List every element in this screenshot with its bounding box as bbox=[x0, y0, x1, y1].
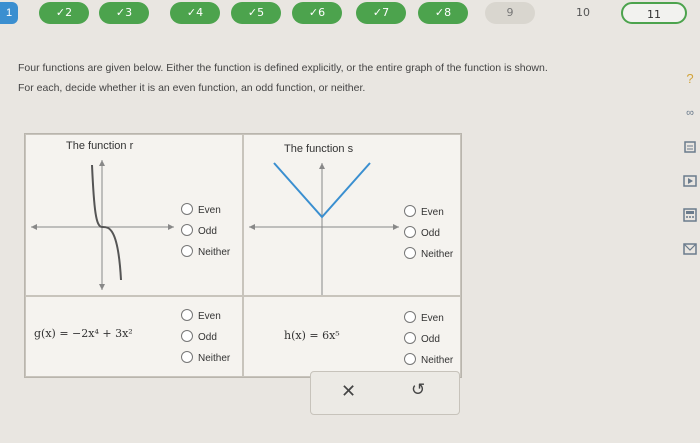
h-odd-label: Odd bbox=[421, 334, 440, 345]
radio-icon bbox=[181, 351, 193, 363]
infinity-icon[interactable]: ∞ bbox=[683, 106, 697, 120]
formula-h: h(x) = 6x⁵ bbox=[284, 329, 340, 342]
question-2-pill[interactable]: ✓2 bbox=[39, 2, 89, 24]
r-odd-label: Odd bbox=[198, 226, 217, 237]
question-5-pill[interactable]: ✓5 bbox=[231, 2, 281, 24]
s-odd-label: Odd bbox=[421, 228, 440, 239]
prompt-line-1: Four functions are given below. Either t… bbox=[18, 62, 548, 74]
question-7-pill[interactable]: ✓7 bbox=[356, 2, 406, 24]
question-9-pill[interactable]: 9 bbox=[485, 2, 535, 24]
g-option-even[interactable]: Even bbox=[181, 309, 221, 323]
graph-s bbox=[249, 162, 399, 295]
h-even-label: Even bbox=[421, 313, 444, 324]
function-s-title: The function s bbox=[284, 143, 354, 155]
calculator-icon[interactable] bbox=[683, 208, 697, 222]
radio-icon bbox=[181, 203, 193, 215]
h-option-even[interactable]: Even bbox=[404, 311, 444, 325]
h-neither-label: Neither bbox=[421, 355, 454, 366]
question-prompt: Four functions are given below. Either t… bbox=[18, 58, 668, 98]
function-r-title: The function r bbox=[66, 140, 134, 152]
radio-icon bbox=[404, 311, 416, 323]
cell-function-r: The function r Even Odd Neither bbox=[25, 134, 243, 296]
function-table: The function r Even Odd Neither The func… bbox=[24, 133, 462, 378]
question-11-pill[interactable]: 11 bbox=[621, 2, 687, 24]
g-even-label: Even bbox=[198, 311, 221, 322]
radio-icon bbox=[404, 353, 416, 365]
question-8-pill[interactable]: ✓8 bbox=[418, 2, 468, 24]
answer-actions: ✕ ↺ bbox=[310, 371, 460, 415]
s-option-odd[interactable]: Odd bbox=[404, 226, 440, 240]
question-4-pill[interactable]: ✓4 bbox=[170, 2, 220, 24]
radio-icon bbox=[404, 226, 416, 238]
r-neither-label: Neither bbox=[198, 247, 231, 258]
video-icon[interactable] bbox=[683, 174, 697, 188]
question-10-pill[interactable]: 10 bbox=[558, 2, 608, 24]
question-6-pill[interactable]: ✓6 bbox=[292, 2, 342, 24]
radio-icon bbox=[404, 247, 416, 259]
r-option-neither[interactable]: Neither bbox=[181, 245, 230, 259]
s-option-neither[interactable]: Neither bbox=[404, 247, 453, 261]
h-option-odd[interactable]: Odd bbox=[404, 332, 440, 346]
g-option-neither[interactable]: Neither bbox=[181, 351, 230, 365]
h-option-neither[interactable]: Neither bbox=[404, 353, 453, 367]
radio-icon bbox=[181, 309, 193, 321]
s-option-even[interactable]: Even bbox=[404, 205, 444, 219]
question-3-pill[interactable]: ✓3 bbox=[99, 2, 149, 24]
radio-icon bbox=[404, 205, 416, 217]
cell-function-h: h(x) = 6x⁵ Even Odd Neither bbox=[243, 296, 461, 377]
s-neither-label: Neither bbox=[421, 249, 454, 260]
formula-g: g(x) = −2x⁴ + 3x² bbox=[34, 327, 133, 340]
radio-icon bbox=[181, 224, 193, 236]
g-neither-label: Neither bbox=[198, 353, 231, 364]
cell-function-s: The function s Even Odd Neither bbox=[243, 134, 461, 296]
r-option-even[interactable]: Even bbox=[181, 203, 221, 217]
prompt-line-2: For each, decide whether it is an even f… bbox=[18, 82, 366, 94]
question-1-tab[interactable]: 1 bbox=[0, 2, 18, 24]
book-icon[interactable] bbox=[683, 140, 697, 154]
radio-icon bbox=[404, 332, 416, 344]
r-option-odd[interactable]: Odd bbox=[181, 224, 217, 238]
help-icon[interactable]: ? bbox=[683, 72, 697, 86]
cell-function-g: g(x) = −2x⁴ + 3x² Even Odd Neither bbox=[25, 296, 243, 377]
question-navigation: 1 ✓2 ✓3 ✓4 ✓5 ✓6 ✓7 ✓8 9 10 11 bbox=[0, 0, 700, 28]
g-option-odd[interactable]: Odd bbox=[181, 330, 217, 344]
undo-button[interactable]: ↺ bbox=[411, 380, 425, 400]
s-even-label: Even bbox=[421, 207, 444, 218]
clear-button[interactable]: ✕ bbox=[341, 381, 356, 402]
mail-icon[interactable] bbox=[683, 242, 697, 256]
radio-icon bbox=[181, 330, 193, 342]
radio-icon bbox=[181, 245, 193, 257]
r-even-label: Even bbox=[198, 205, 221, 216]
g-odd-label: Odd bbox=[198, 332, 217, 343]
graph-r bbox=[31, 160, 174, 290]
